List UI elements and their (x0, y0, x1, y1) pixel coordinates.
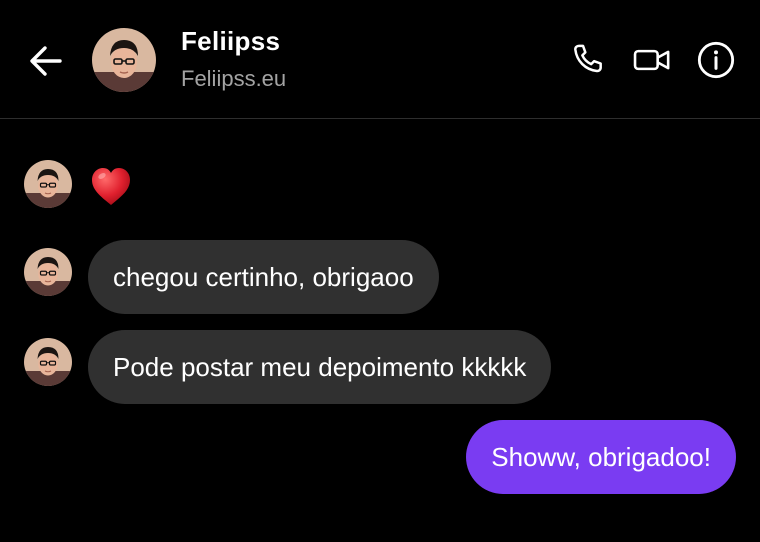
back-button[interactable] (26, 42, 66, 80)
phone-icon (574, 44, 602, 73)
outgoing-message-bubble[interactable]: Showw, obrigadoo! (466, 420, 736, 494)
chat-header: Feliipss Feliipss.eu (0, 0, 760, 119)
sender-avatar[interactable] (24, 248, 72, 296)
sender-avatar[interactable] (24, 338, 72, 386)
info-button[interactable] (694, 38, 738, 82)
sender-avatar[interactable] (24, 160, 72, 208)
incoming-message-bubble[interactable]: Pode postar meu depoimento kkkkk (88, 330, 552, 404)
incoming-message-bubble[interactable]: chegou certinho, obrigaoo (88, 240, 439, 314)
heart-icon (92, 168, 130, 205)
contact-handle[interactable]: Feliipss.eu (181, 66, 286, 92)
contact-avatar[interactable] (92, 28, 156, 92)
contact-name[interactable]: Feliipss (181, 26, 280, 57)
info-icon (697, 41, 735, 79)
arrow-left-icon (30, 46, 62, 76)
call-button[interactable] (566, 38, 610, 82)
header-divider (0, 118, 760, 119)
video-call-button[interactable] (630, 38, 674, 82)
video-camera-icon (633, 49, 670, 71)
heart-emoji-message[interactable] (88, 164, 134, 210)
